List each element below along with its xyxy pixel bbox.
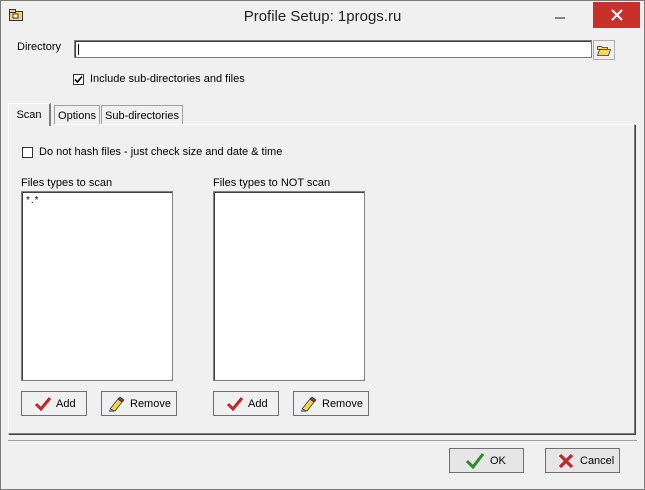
tab-scan-label: Scan <box>16 109 42 121</box>
ok-label: OK <box>490 454 506 467</box>
directory-label: Directory <box>17 41 62 53</box>
footer-separator <box>8 440 637 441</box>
include-types-label: Files types to scan <box>21 177 113 189</box>
scan-tab-panel: Do not hash files - just check size and … <box>8 124 635 434</box>
include-subdirs-label: Include sub-directories and files <box>90 73 245 85</box>
dialog-client-area: Directory Include sub-directories and fi… <box>8 31 637 482</box>
remove-exclude-button[interactable]: Remove <box>293 391 369 416</box>
directory-input[interactable] <box>74 40 592 58</box>
add-exclude-label: Add <box>248 397 268 410</box>
ok-button[interactable]: OK <box>449 448 524 473</box>
open-folder-icon <box>597 45 611 56</box>
browse-folder-button[interactable] <box>593 40 615 60</box>
text-caret <box>78 44 79 55</box>
eraser-icon <box>300 395 318 412</box>
add-include-button[interactable]: Add <box>21 391 87 416</box>
no-hash-label: Do not hash files - just check size and … <box>39 146 283 158</box>
add-include-label: Add <box>56 397 76 410</box>
tab-scan[interactable]: Scan <box>8 103 51 126</box>
cancel-label: Cancel <box>580 454 615 467</box>
exclude-types-listbox[interactable] <box>213 191 365 381</box>
red-check-icon <box>34 396 52 412</box>
minimize-icon <box>555 17 565 19</box>
no-hash-checkbox[interactable] <box>22 147 33 158</box>
tab-options[interactable]: Options <box>54 105 100 125</box>
remove-include-button[interactable]: Remove <box>101 391 177 416</box>
remove-include-label: Remove <box>130 397 171 410</box>
profile-setup-window: Profile Setup: 1progs.ru Directory Inclu… <box>0 0 645 490</box>
close-icon <box>610 9 623 21</box>
red-check-icon <box>226 396 244 412</box>
green-check-icon <box>466 452 484 469</box>
title-bar[interactable]: Profile Setup: 1progs.ru <box>1 1 644 31</box>
remove-exclude-label: Remove <box>322 397 363 410</box>
include-subdirs-checkbox[interactable] <box>73 74 84 85</box>
tab-options-label: Options <box>58 109 96 122</box>
minimize-button[interactable] <box>547 2 573 28</box>
add-exclude-button[interactable]: Add <box>213 391 279 416</box>
red-x-icon <box>558 453 574 469</box>
cancel-button[interactable]: Cancel <box>545 448 620 473</box>
close-button[interactable] <box>593 2 640 28</box>
exclude-types-label: Files types to NOT scan <box>213 177 331 189</box>
checkmark-icon <box>74 75 83 84</box>
tab-sub-directories-label: Sub-directories <box>105 109 179 122</box>
list-item[interactable]: *.* <box>26 195 40 206</box>
tab-sub-directories[interactable]: Sub-directories <box>101 105 183 125</box>
eraser-icon <box>108 395 126 412</box>
include-types-listbox[interactable]: *.* <box>21 191 173 381</box>
